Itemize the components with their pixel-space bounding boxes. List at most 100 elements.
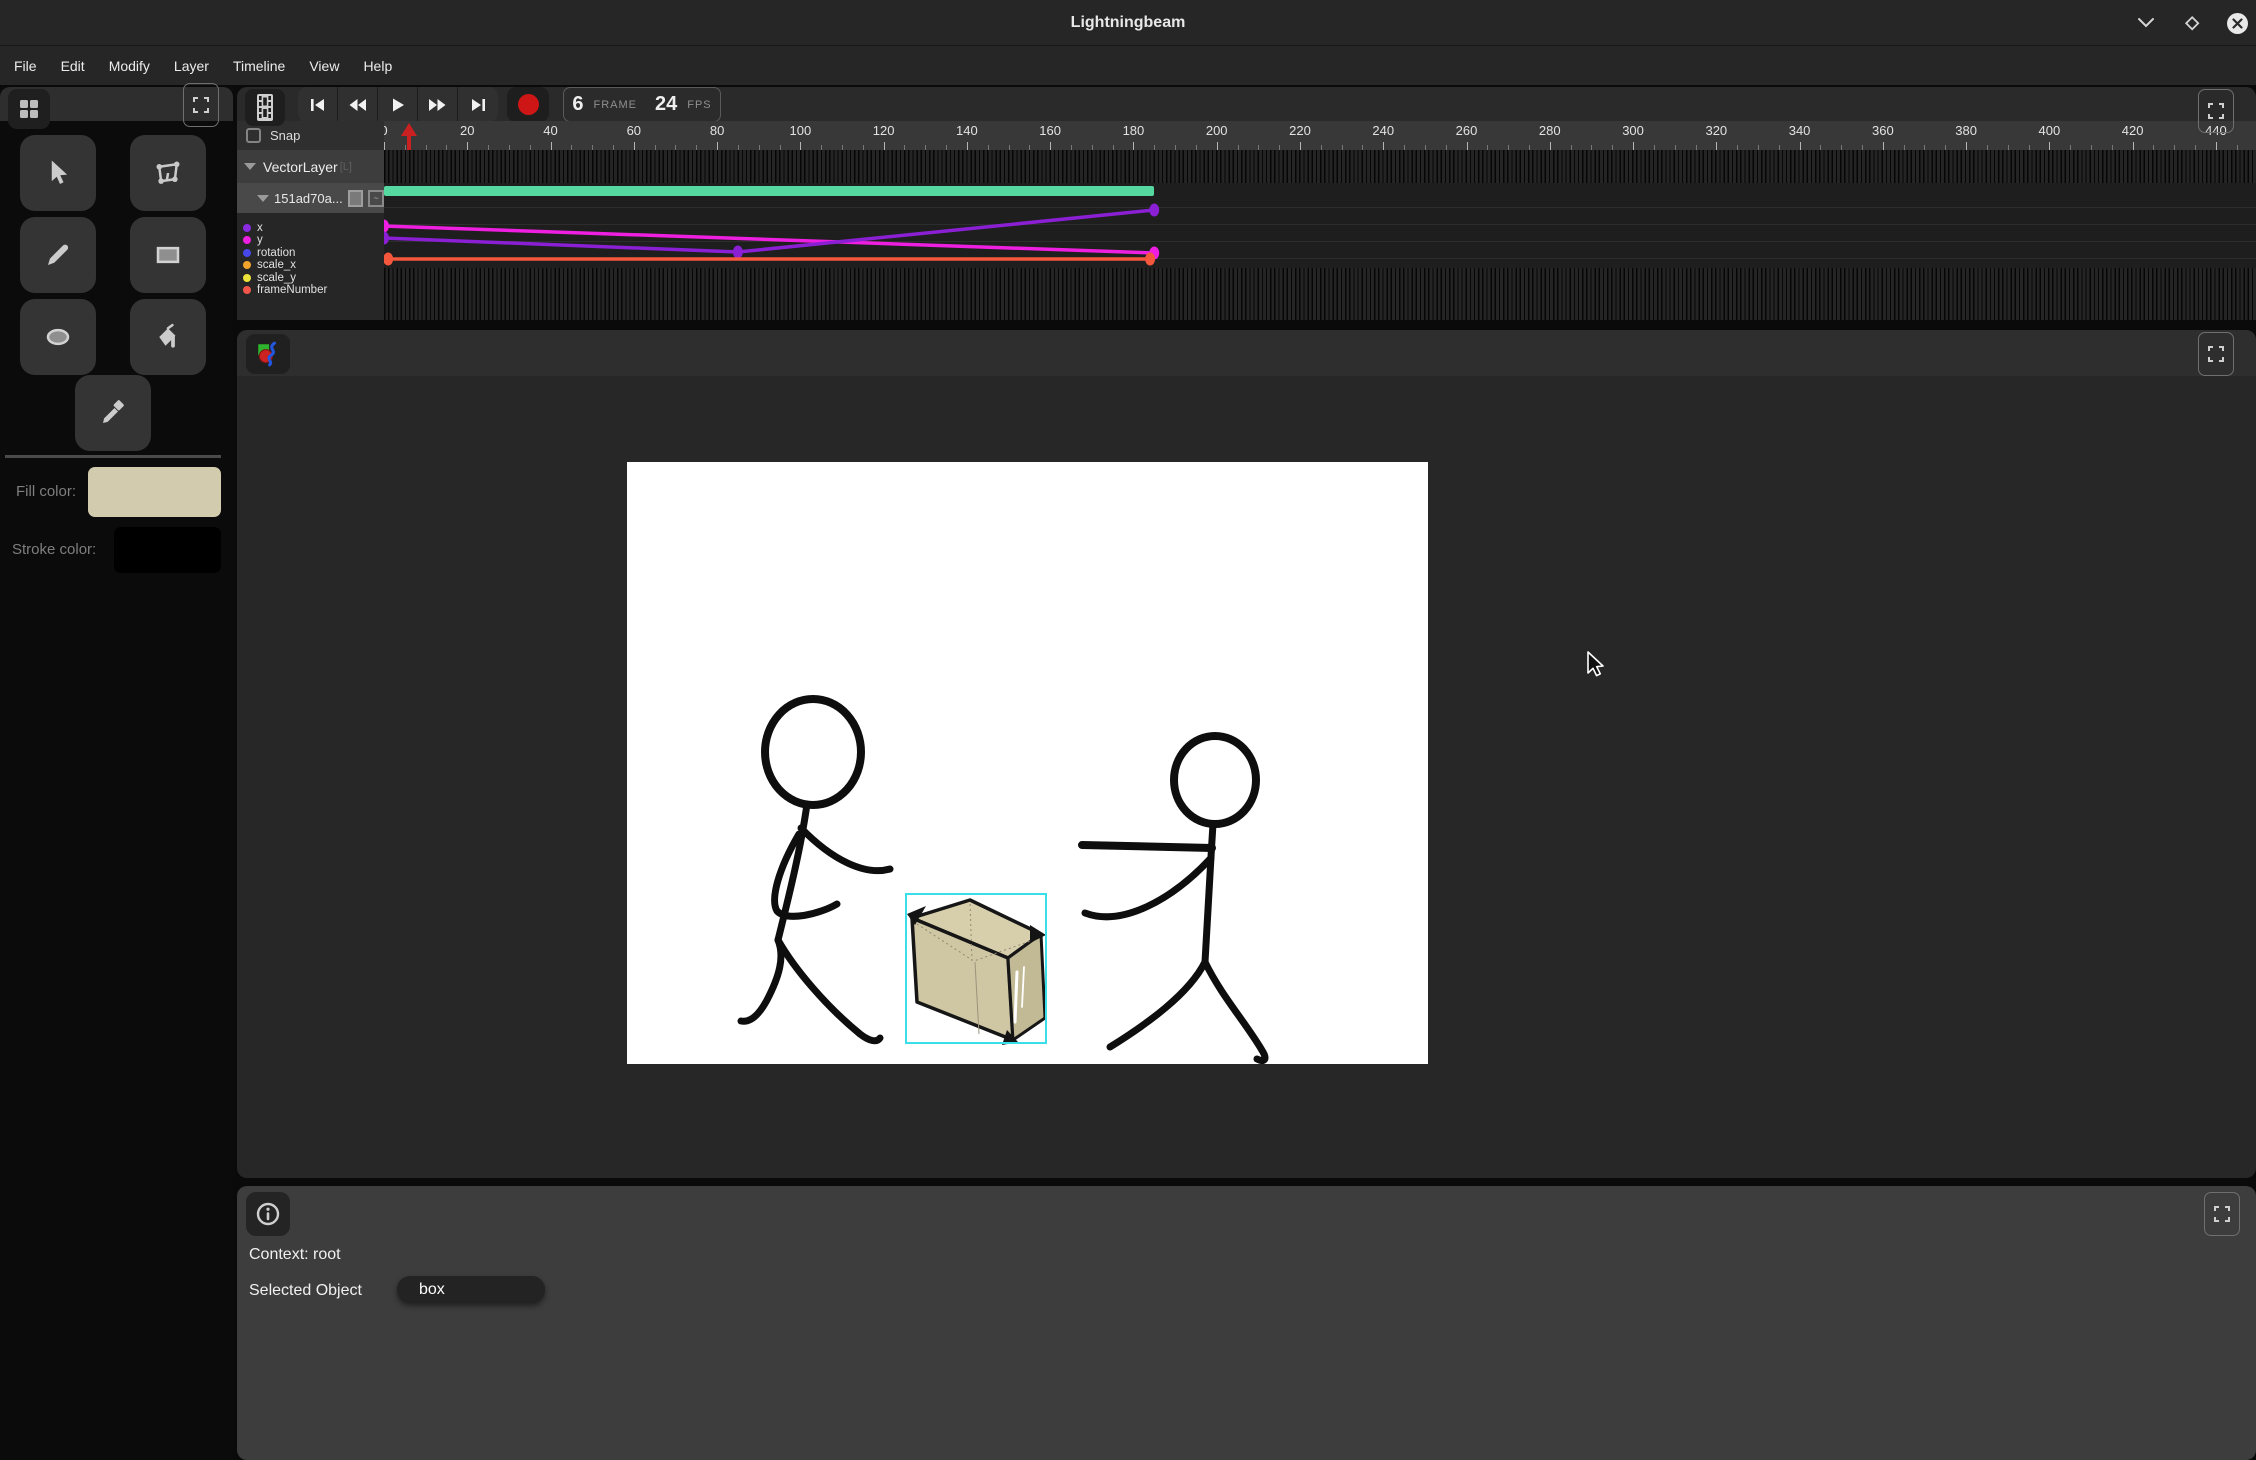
fps-value: 24 bbox=[655, 93, 677, 116]
keyframe-point[interactable] bbox=[384, 253, 393, 266]
sublayer-name: 151ad70a... bbox=[274, 191, 343, 206]
ruler-label: 140 bbox=[956, 123, 978, 138]
info-button[interactable] bbox=[246, 1192, 290, 1236]
collapse-triangle-icon[interactable] bbox=[244, 163, 256, 170]
ruler-label: 400 bbox=[2039, 123, 2061, 138]
snap-label: Snap bbox=[270, 128, 300, 143]
property-label: frameNumber bbox=[257, 284, 327, 296]
playhead-arrow-icon bbox=[401, 123, 417, 136]
timeline-ruler[interactable]: 0204060801001201401601802002202402602803… bbox=[384, 121, 2256, 150]
ruler-label: 380 bbox=[1955, 123, 1977, 138]
ruler-label: 60 bbox=[627, 123, 641, 138]
ruler-tick bbox=[634, 142, 635, 150]
menu-item-help[interactable]: Help bbox=[363, 58, 392, 74]
stroke-color-label: Stroke color: bbox=[12, 541, 96, 558]
playhead-stem bbox=[407, 136, 411, 150]
ruler-tick bbox=[884, 142, 885, 150]
property-row-frameNumber[interactable]: frameNumber bbox=[237, 284, 327, 296]
scene bbox=[627, 462, 1428, 1064]
ruler-tick bbox=[2049, 142, 2050, 150]
menu-item-layer[interactable]: Layer bbox=[174, 58, 209, 74]
artboard[interactable] bbox=[627, 462, 1428, 1064]
ruler-tick bbox=[551, 142, 552, 150]
ruler-tick bbox=[1383, 142, 1384, 150]
record-button[interactable] bbox=[507, 87, 549, 122]
ellipse-tool-button[interactable] bbox=[20, 299, 96, 375]
property-row-y[interactable]: y bbox=[237, 234, 263, 246]
transform-tool-button[interactable] bbox=[130, 135, 206, 211]
filmstrip-icon bbox=[255, 94, 275, 121]
keyframe-point[interactable] bbox=[1149, 204, 1159, 217]
close-button[interactable] bbox=[2227, 13, 2248, 34]
keyframe-point[interactable] bbox=[384, 220, 389, 233]
record-icon bbox=[518, 94, 539, 115]
expand-icon bbox=[193, 97, 209, 113]
sublayer-tween-toggle[interactable]: ~ bbox=[368, 190, 384, 207]
canvas-expand-button[interactable] bbox=[2198, 332, 2234, 376]
eyedropper-tool-button[interactable] bbox=[75, 375, 151, 451]
tool-panel: Fill color: Stroke color: bbox=[0, 87, 233, 1460]
timeline-panel: 6 FRAME 24 FPS Snap 02040608010012014016… bbox=[237, 87, 2256, 320]
menu-bar: File Edit Modify Layer Timeline View Help bbox=[0, 46, 2256, 87]
select-tool-button[interactable] bbox=[20, 135, 96, 211]
selected-object-label: Selected Object bbox=[249, 1282, 362, 1300]
rewind-button[interactable] bbox=[338, 87, 378, 122]
ruler-label: 300 bbox=[1622, 123, 1644, 138]
timeline-tracks[interactable] bbox=[384, 150, 2256, 320]
property-row-scale_x[interactable]: scale_x bbox=[237, 259, 296, 271]
menu-item-modify[interactable]: Modify bbox=[109, 58, 150, 74]
context-text: Context: root bbox=[249, 1246, 341, 1264]
layer-row-sublayer[interactable]: 151ad70a... ~ bbox=[237, 183, 384, 213]
maximize-button[interactable] bbox=[2181, 12, 2203, 34]
ruler-tick bbox=[1633, 142, 1634, 150]
play-button[interactable] bbox=[378, 87, 418, 122]
menu-item-file[interactable]: File bbox=[14, 58, 37, 74]
fill-color-swatch[interactable] bbox=[88, 467, 221, 517]
ruler-tick bbox=[467, 142, 468, 150]
property-row-scale_y[interactable]: scale_y bbox=[237, 272, 296, 284]
property-color-dot bbox=[243, 236, 251, 244]
paint-bucket-tool-button[interactable] bbox=[130, 299, 206, 375]
snap-checkbox[interactable] bbox=[246, 128, 261, 143]
property-row-x[interactable]: x bbox=[237, 222, 263, 234]
ruler-label: 360 bbox=[1872, 123, 1894, 138]
menu-item-edit[interactable]: Edit bbox=[61, 58, 85, 74]
skip-to-end-button[interactable] bbox=[458, 87, 498, 122]
playhead[interactable] bbox=[401, 123, 417, 150]
selected-object-value: box bbox=[419, 1281, 445, 1299]
layer-row-vectorlayer[interactable]: VectorLayer [L] bbox=[237, 150, 384, 183]
play-icon bbox=[390, 97, 406, 113]
stroke-color-swatch[interactable] bbox=[114, 527, 221, 573]
canvas-mode-button[interactable] bbox=[246, 334, 290, 374]
layer-name: VectorLayer bbox=[263, 159, 338, 175]
keyframe-point[interactable] bbox=[1145, 253, 1155, 266]
skip-to-start-button[interactable] bbox=[298, 87, 338, 122]
film-button[interactable] bbox=[245, 89, 285, 126]
timeline-expand-button[interactable] bbox=[2198, 89, 2234, 133]
menu-item-view[interactable]: View bbox=[309, 58, 339, 74]
keyframe-point[interactable] bbox=[733, 246, 743, 259]
sublayer-visibility-toggle[interactable] bbox=[348, 190, 364, 207]
keyframe-point[interactable] bbox=[384, 232, 389, 245]
property-color-dot bbox=[243, 274, 251, 282]
layer-badge: [L] bbox=[340, 161, 352, 173]
ruler-tick bbox=[2133, 142, 2134, 150]
property-row-rotation[interactable]: rotation bbox=[237, 247, 295, 259]
circle-x-icon bbox=[2232, 18, 2243, 29]
inspector-expand-button[interactable] bbox=[2204, 1192, 2240, 1236]
tool-panel-expand-button[interactable] bbox=[183, 83, 219, 127]
paint-bucket-icon bbox=[153, 322, 183, 352]
minimize-button[interactable] bbox=[2135, 12, 2157, 34]
selected-object-field[interactable]: box bbox=[397, 1276, 545, 1303]
pencil-tool-button[interactable] bbox=[20, 217, 96, 293]
fast-forward-button[interactable] bbox=[418, 87, 458, 122]
frame-label: FRAME bbox=[593, 99, 637, 111]
collapse-triangle-icon[interactable] bbox=[257, 195, 269, 202]
menu-item-timeline[interactable]: Timeline bbox=[233, 58, 285, 74]
skip-to-start-icon bbox=[309, 97, 326, 113]
pencil-icon bbox=[43, 240, 73, 270]
panel-grid-button[interactable] bbox=[8, 89, 50, 129]
chevron-down-icon bbox=[2137, 17, 2155, 29]
workspace: Fill color: Stroke color: bbox=[0, 87, 2256, 1460]
rectangle-tool-button[interactable] bbox=[130, 217, 206, 293]
